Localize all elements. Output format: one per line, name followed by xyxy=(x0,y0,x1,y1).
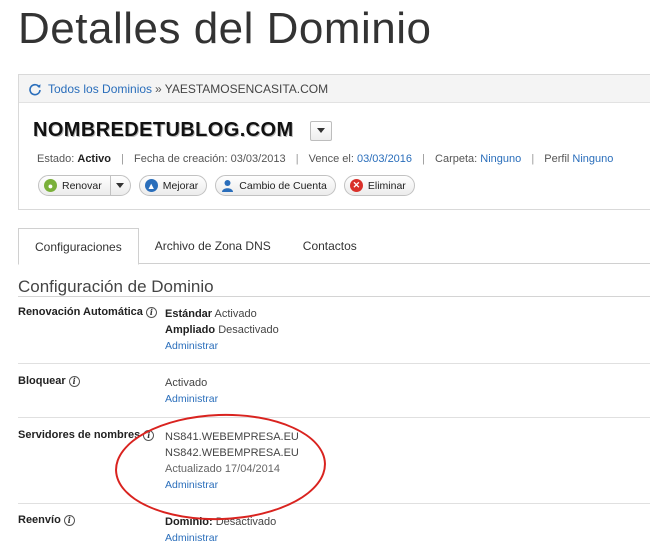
page-title: Detalles del Dominio xyxy=(18,4,432,53)
upgrade-label: Mejorar xyxy=(162,179,199,192)
renew-label: Renovar xyxy=(62,179,102,192)
auto-renew-label: Renovación Automática xyxy=(18,306,143,318)
nameservers-label: Servidores de nombres xyxy=(18,429,141,441)
chevron-down-icon xyxy=(316,128,325,133)
lock-value: Activado Administrar xyxy=(165,375,218,407)
expires-label: Vence el: xyxy=(308,153,354,165)
forwarding-domain-label: Dominio: xyxy=(165,516,213,528)
renew-icon: ● xyxy=(44,179,57,192)
setting-row-forwarding: Reenvío i Dominio: Desactivado Administr… xyxy=(18,514,650,556)
info-icon[interactable]: i xyxy=(68,375,80,387)
delete-icon: ✕ xyxy=(349,179,363,192)
section-divider xyxy=(18,296,650,297)
setting-row-nameservers: Servidores de nombres i NS841.WEBEMPRESA… xyxy=(18,429,650,504)
info-icon[interactable]: i xyxy=(145,306,157,318)
created-value: 03/03/2013 xyxy=(230,153,286,165)
auto-renew-manage-link[interactable]: Administrar xyxy=(165,340,218,352)
profile-label: Perfil xyxy=(544,153,570,165)
setting-row-auto-renew: Renovación Automática i Estándar Activad… xyxy=(18,306,650,364)
domain-header: NOMBREDETUBLOG.COM xyxy=(33,119,332,142)
renew-button[interactable]: ● Renovar xyxy=(38,175,131,196)
domain-actions: ● Renovar ▲ Mejorar Cambio de Cuenta ✕ E… xyxy=(38,175,423,196)
lock-status: Activado xyxy=(165,377,208,389)
folder-label: Carpeta: xyxy=(435,153,478,165)
breadcrumb-separator: » xyxy=(155,81,162,96)
forwarding-domain-value: Desactivado xyxy=(215,516,277,528)
domain-summary-panel: Todos los Dominios » YAESTAMOSENCASITA.C… xyxy=(18,74,650,210)
tab-dns-zone-file[interactable]: Archivo de Zona DNS xyxy=(139,228,287,264)
standard-value: Activado xyxy=(214,308,257,320)
nameservers-updated: Actualizado 17/04/2014 xyxy=(165,463,280,475)
forwarding-label: Reenvío xyxy=(18,514,61,526)
domain-dropdown-button[interactable] xyxy=(309,120,332,141)
domain-tabs: Configuraciones Archivo de Zona DNS Cont… xyxy=(18,228,650,265)
user-icon xyxy=(222,180,234,192)
setting-label: Reenvío i xyxy=(18,514,75,526)
profile-value-link[interactable]: Ninguno xyxy=(572,153,613,165)
section-title: Configuración de Dominio xyxy=(18,277,214,296)
status-label: Estado: xyxy=(37,153,75,165)
lock-label: Bloquear xyxy=(18,375,66,387)
status-value: Activo xyxy=(77,153,111,165)
setting-label: Renovación Automática i xyxy=(18,306,157,318)
breadcrumb-current-domain: YAESTAMOSENCASITA.COM xyxy=(164,81,329,96)
domain-name: NOMBREDETUBLOG.COM xyxy=(33,119,294,141)
tab-contacts[interactable]: Contactos xyxy=(287,228,373,264)
refresh-icon[interactable] xyxy=(28,82,42,96)
nameserver-2: NS842.WEBEMPRESA.EU xyxy=(165,447,299,459)
info-icon[interactable]: i xyxy=(63,514,75,526)
setting-label: Servidores de nombres i xyxy=(18,429,155,441)
renew-options-button[interactable] xyxy=(109,176,130,195)
info-icon[interactable]: i xyxy=(143,429,155,441)
tab-configuraciones[interactable]: Configuraciones xyxy=(18,228,139,265)
change-account-label: Cambio de Cuenta xyxy=(239,179,327,192)
auto-renew-value: Estándar Activado Ampliado Desactivado A… xyxy=(165,306,279,354)
nameservers-value: NS841.WEBEMPRESA.EU NS842.WEBEMPRESA.EU … xyxy=(165,429,299,493)
breadcrumb-all-domains-link[interactable]: Todos los Dominios xyxy=(48,82,152,96)
setting-label: Bloquear i xyxy=(18,375,80,387)
standard-label: Estándar xyxy=(165,308,213,320)
change-account-button[interactable]: Cambio de Cuenta xyxy=(215,175,336,196)
folder-value-link[interactable]: Ninguno xyxy=(480,153,521,165)
forwarding-manage-link[interactable]: Administrar xyxy=(165,532,218,544)
setting-row-lock: Bloquear i Activado Administrar xyxy=(18,375,650,418)
extended-label: Ampliado xyxy=(165,324,216,336)
upgrade-button[interactable]: ▲ Mejorar xyxy=(138,175,208,196)
expires-value-link[interactable]: 03/03/2016 xyxy=(357,153,412,165)
lock-manage-link[interactable]: Administrar xyxy=(165,393,218,405)
extended-value: Desactivado xyxy=(218,324,279,336)
breadcrumb: Todos los Dominios » YAESTAMOSENCASITA.C… xyxy=(19,75,650,103)
delete-button[interactable]: ✕ Eliminar xyxy=(343,175,415,196)
forwarding-value: Dominio: Desactivado Administrar xyxy=(165,514,276,546)
upgrade-icon: ▲ xyxy=(144,179,158,192)
created-label: Fecha de creación: xyxy=(133,153,228,165)
nameservers-manage-link[interactable]: Administrar xyxy=(165,479,218,491)
delete-label: Eliminar xyxy=(367,179,406,192)
nameserver-1: NS841.WEBEMPRESA.EU xyxy=(165,431,299,443)
domain-meta: Estado: Activo | Fecha de creación: 03/0… xyxy=(37,153,614,165)
chevron-down-icon xyxy=(116,183,125,188)
